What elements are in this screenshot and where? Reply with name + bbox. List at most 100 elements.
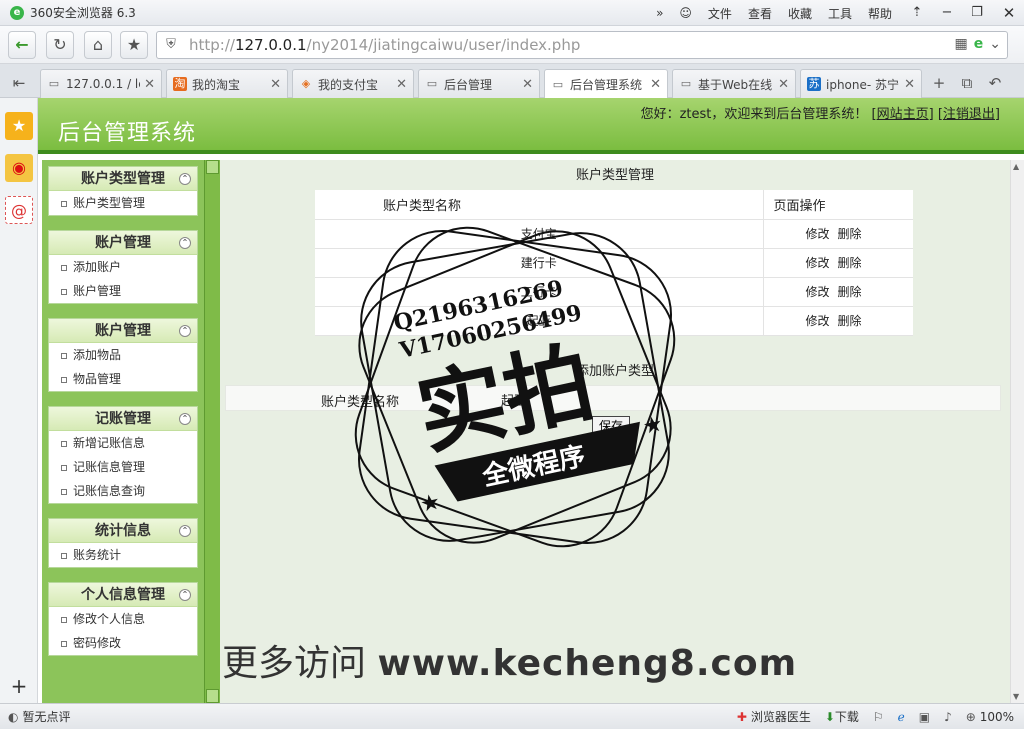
collapse-icon[interactable]: ⌃ (179, 173, 191, 185)
restore-button[interactable]: ❐ (964, 2, 990, 24)
table-header: 账户类型名称 页面操作 (315, 190, 913, 220)
delete-link[interactable]: 删除 (838, 256, 862, 270)
menu-item-add-goods[interactable]: 添加物品 (49, 343, 197, 367)
favorite-star-button[interactable]: ★ (120, 31, 148, 59)
ie-icon[interactable]: ℯ (898, 710, 905, 724)
tab-3[interactable]: ◈ 我的支付宝 ✕ (292, 69, 414, 98)
table-row: 工行卡 修改 删除 (315, 277, 913, 307)
menu-file[interactable]: 文件 (708, 5, 732, 22)
edit-link[interactable]: 修改 (806, 285, 830, 299)
scroll-down-icon[interactable]: ▼ (1013, 692, 1019, 701)
tab-6[interactable]: ▭ 基于Web在线 ✕ (672, 69, 796, 98)
favorites-star-icon[interactable]: ★ (5, 112, 33, 140)
add-sidebar-item-icon[interactable]: + (5, 672, 33, 700)
menu-item-account-type-manage[interactable]: 账户类型管理 (49, 191, 197, 215)
frame-splitter[interactable] (204, 160, 220, 703)
row-name: 工行卡 (315, 277, 763, 307)
tab-close-icon[interactable]: ✕ (778, 77, 789, 92)
home-button[interactable]: ⌂ (84, 31, 112, 59)
address-bar[interactable]: ⛨ http://127.0.0.1/ny2014/jiatingcaiwu/u… (156, 31, 1008, 59)
menu-item-goods-manage[interactable]: 物品管理 (49, 367, 197, 391)
menu-item-new-record[interactable]: 新增记账信息 (49, 431, 197, 455)
collapse-icon[interactable]: ⌃ (179, 525, 191, 537)
tab-7[interactable]: 苏 iphone- 苏宁 ✕ (800, 69, 922, 98)
ie-mode-icon[interactable]: e (974, 36, 984, 52)
edit-link[interactable]: 修改 (806, 314, 830, 328)
rating-text[interactable]: 暂无点评 (22, 708, 70, 725)
status-right: ✚ 浏览器医生 ⬇下载 ⚐ ℯ ▣ ♪ ⊕ 100% (737, 708, 1014, 725)
account-type-name-input[interactable] (501, 389, 661, 409)
volume-icon[interactable]: ♪ (944, 710, 952, 724)
tab-close-icon[interactable]: ✕ (904, 77, 915, 92)
window-titlebar: e 360安全浏览器 6.3 » ☺ 文件 查看 收藏 工具 帮助 ⇡ − ❐ … (0, 0, 1024, 26)
menu-help[interactable]: 帮助 (868, 5, 892, 22)
menu-group-header[interactable]: 统计信息 ⌃ (49, 519, 197, 543)
refresh-button[interactable]: ↻ (46, 31, 74, 59)
back-button[interactable]: ← (8, 31, 36, 59)
splitter-bottom-handle[interactable] (206, 689, 219, 703)
menu-item-record-manage[interactable]: 记账信息管理 (49, 455, 197, 479)
download-button[interactable]: ⬇下载 (825, 708, 859, 725)
menu-item-change-password[interactable]: 密码修改 (49, 631, 197, 655)
pin-icon[interactable]: ⇡ (904, 2, 930, 24)
tab-5-active[interactable]: ▭ 后台管理系统 ✕ (544, 69, 668, 99)
new-tab-button[interactable]: + (928, 72, 950, 94)
collapse-icon[interactable]: ⌃ (179, 589, 191, 601)
menu-favorites[interactable]: 收藏 (788, 5, 812, 22)
delete-link[interactable]: 删除 (838, 227, 862, 241)
splitter-top-handle[interactable] (206, 160, 219, 174)
logout-link[interactable]: 注销退出 (943, 107, 995, 122)
vertical-scrollbar[interactable]: ▲ ▼ (1010, 160, 1024, 703)
menu-group-header[interactable]: 记账管理 ⌃ (49, 407, 197, 431)
edit-link[interactable]: 修改 (806, 256, 830, 270)
menu-item-account-manage[interactable]: 账户管理 (49, 279, 197, 303)
tab-1[interactable]: ▭ 127.0.0.1 / lc ✕ (40, 69, 162, 98)
menu-group-header[interactable]: 账户管理 ⌃ (49, 319, 197, 343)
minimize-button[interactable]: − (934, 2, 960, 24)
scroll-up-icon[interactable]: ▲ (1013, 162, 1019, 171)
menu-group-header[interactable]: 账户类型管理 ⌃ (49, 167, 197, 191)
add-form-title: 添加账户类型 (575, 364, 654, 379)
qr-code-icon[interactable]: ▦ (955, 36, 968, 52)
sidebar-toggle-icon[interactable]: ⇤ (8, 72, 30, 94)
save-button[interactable]: 保存 (592, 416, 630, 436)
collapse-icon[interactable]: ⌃ (179, 325, 191, 337)
tab-close-icon[interactable]: ✕ (396, 77, 407, 92)
window-icon[interactable]: ▣ (919, 710, 930, 724)
tab-close-icon[interactable]: ✕ (522, 77, 533, 92)
tab-close-icon[interactable]: ✕ (650, 77, 661, 92)
menu-tools[interactable]: 工具 (828, 5, 852, 22)
menu-item-finance-stats[interactable]: 账务统计 (49, 543, 197, 567)
user-icon[interactable]: ☺ (679, 6, 692, 20)
delete-link[interactable]: 删除 (838, 314, 862, 328)
delete-link[interactable]: 删除 (838, 285, 862, 299)
undo-close-tab-icon[interactable]: ↶ (984, 72, 1006, 94)
dropdown-chevron-icon[interactable]: ⌄ (989, 36, 1001, 52)
tab-close-icon[interactable]: ✕ (144, 77, 155, 92)
menu-item-edit-profile[interactable]: 修改个人信息 (49, 607, 197, 631)
speed-icon[interactable]: ⚐ (873, 710, 884, 724)
menu-arrow-icon[interactable]: » (656, 6, 663, 20)
edit-link[interactable]: 修改 (806, 227, 830, 241)
home-link[interactable]: 网站主页 (877, 107, 929, 122)
menu-item-record-query[interactable]: 记账信息查询 (49, 479, 197, 503)
tab-4[interactable]: ▭ 后台管理 ✕ (418, 69, 540, 98)
tab-2[interactable]: 淘 我的淘宝 ✕ (166, 69, 288, 98)
weibo-icon[interactable]: ◉ (5, 154, 33, 182)
close-window-button[interactable]: ✕ (994, 2, 1024, 24)
download-icon: ⬇ (824, 710, 835, 724)
menu-group-header[interactable]: 账户管理 ⌃ (49, 231, 197, 255)
collapse-icon[interactable]: ⌃ (179, 237, 191, 249)
tab-close-icon[interactable]: ✕ (270, 77, 281, 92)
watermark-footer: 更多访问 www.kecheng8.com (222, 643, 798, 684)
menu-item-add-account[interactable]: 添加账户 (49, 255, 197, 279)
browser-doctor[interactable]: ✚ 浏览器医生 (737, 708, 811, 725)
account-type-table: 账户类型名称 页面操作 支付宝 修改 删除 建行卡 修改 删除 工行卡 修改 删除 起… (315, 190, 913, 336)
mail-icon[interactable]: @ (5, 196, 33, 224)
menu-view[interactable]: 查看 (748, 5, 772, 22)
zoom-control[interactable]: ⊕ 100% (966, 710, 1014, 724)
collapse-icon[interactable]: ⌃ (179, 413, 191, 425)
menu-group-header[interactable]: 个人信息管理 ⌃ (49, 583, 197, 607)
tab-list-icon[interactable]: ⧉ (956, 72, 978, 94)
url-text[interactable]: http://127.0.0.1/ny2014/jiatingcaiwu/use… (189, 36, 580, 54)
